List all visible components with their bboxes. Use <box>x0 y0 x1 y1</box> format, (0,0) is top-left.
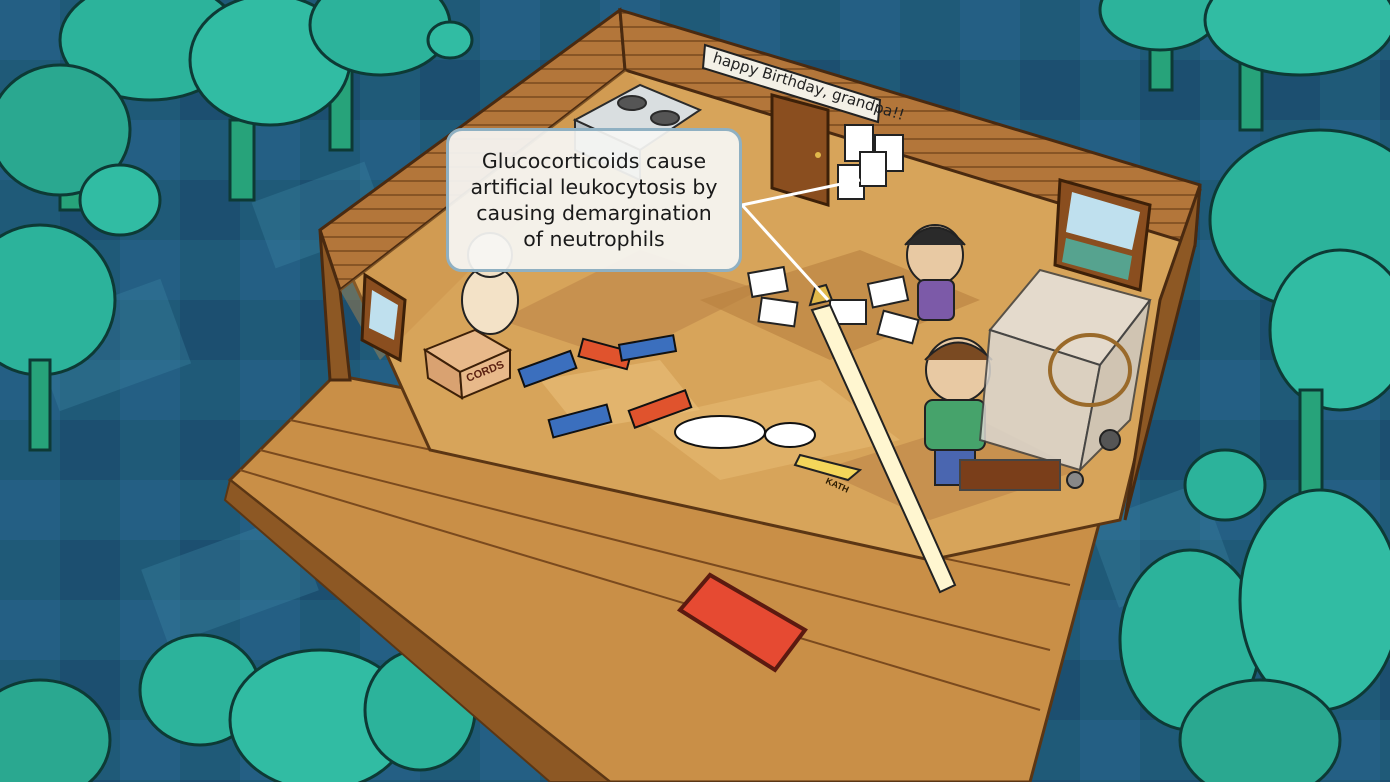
cabin-illustration: happy Birthday, grandpa!! CORDS KATH <box>0 0 1390 782</box>
callout-line-3: causing demargination <box>476 201 712 225</box>
callout-line-2: artificial leukocytosis by <box>470 175 718 199</box>
callout-line-4: of neutrophils <box>523 227 665 251</box>
callout-line-1: Glucocorticoids cause <box>481 149 707 173</box>
annotation-callout: Glucocorticoids cause artificial leukocy… <box>446 128 742 272</box>
